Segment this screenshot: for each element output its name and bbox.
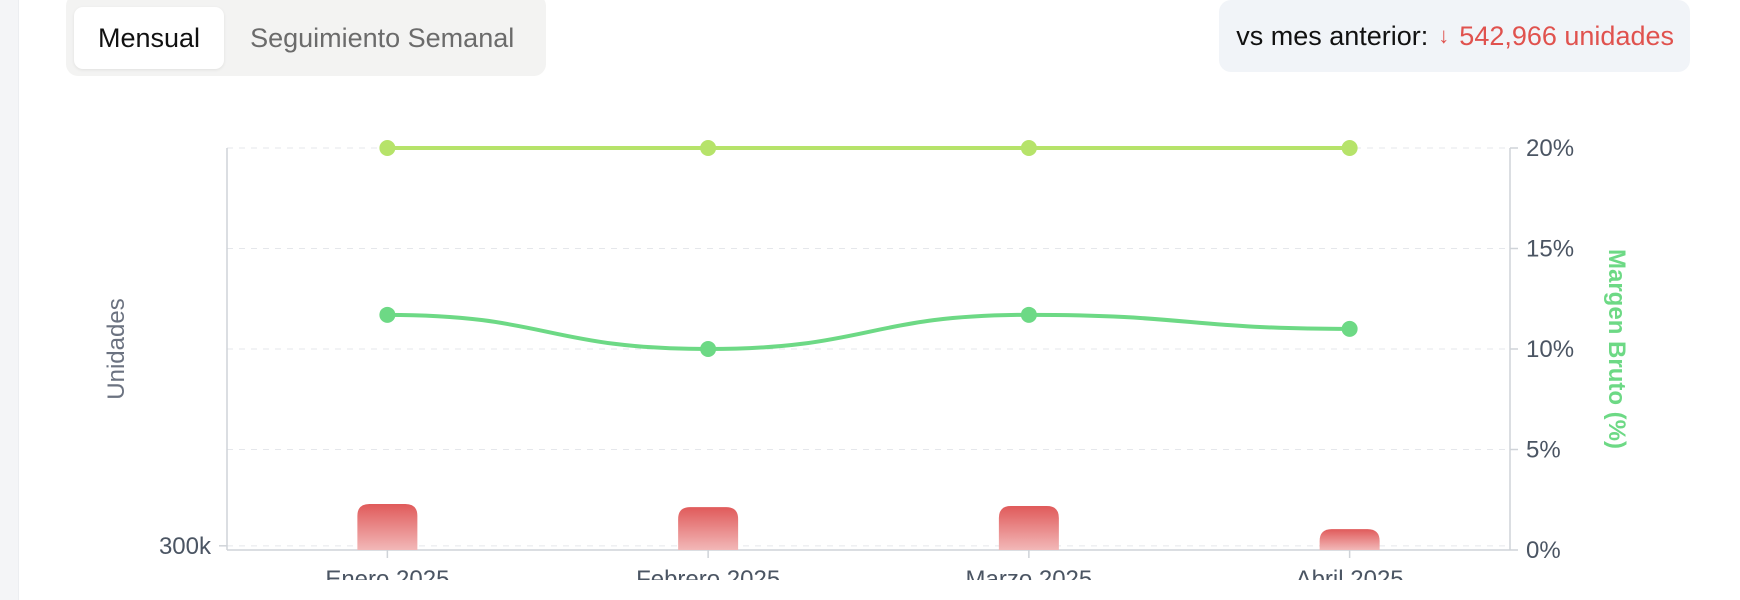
right-tick-label: 15% xyxy=(1526,236,1574,263)
series-1-point-2 xyxy=(700,140,717,156)
right-tick-label: 10% xyxy=(1526,336,1574,363)
right-tick-label: 0% xyxy=(1526,537,1561,564)
bar-1 xyxy=(357,503,418,550)
bar-3 xyxy=(998,506,1059,550)
bars-layer xyxy=(357,503,1380,550)
left-axis-title: Unidades xyxy=(103,298,130,399)
series-2-point-3 xyxy=(1020,306,1037,323)
units-margin-chart: 300k 0% 5% 10% 15% 20% Enero 2025 Febrero 2025 M… xyxy=(103,135,1630,580)
left-tick-label: 300k xyxy=(159,533,212,560)
series-2-point-1 xyxy=(379,306,396,323)
chart-axes xyxy=(219,147,1518,558)
bar-4 xyxy=(1319,529,1380,550)
labels-layer: 300k 0% 5% 10% 15% 20% Enero 2025 Febrero 2025 M… xyxy=(103,135,1630,580)
x-tick-label: Febrero 2025 xyxy=(636,566,780,580)
grid-lines xyxy=(227,147,1510,547)
series-1-point-1 xyxy=(379,140,396,156)
x-tick-label: Abril 2025 xyxy=(1296,566,1404,580)
series-2-point-4 xyxy=(1341,320,1358,337)
series-1-point-4 xyxy=(1341,140,1358,156)
x-tick-label: Enero 2025 xyxy=(325,566,449,580)
right-tick-label: 5% xyxy=(1526,437,1561,464)
series-line-2 xyxy=(385,312,1352,352)
series-2-point-2 xyxy=(700,341,717,357)
right-tick-label: 20% xyxy=(1526,135,1574,162)
x-tick-label: Marzo 2025 xyxy=(966,566,1093,580)
bar-2 xyxy=(678,507,739,550)
series-1-point-3 xyxy=(1020,140,1037,156)
right-axis-title: Margen Bruto (%) xyxy=(1603,249,1630,449)
